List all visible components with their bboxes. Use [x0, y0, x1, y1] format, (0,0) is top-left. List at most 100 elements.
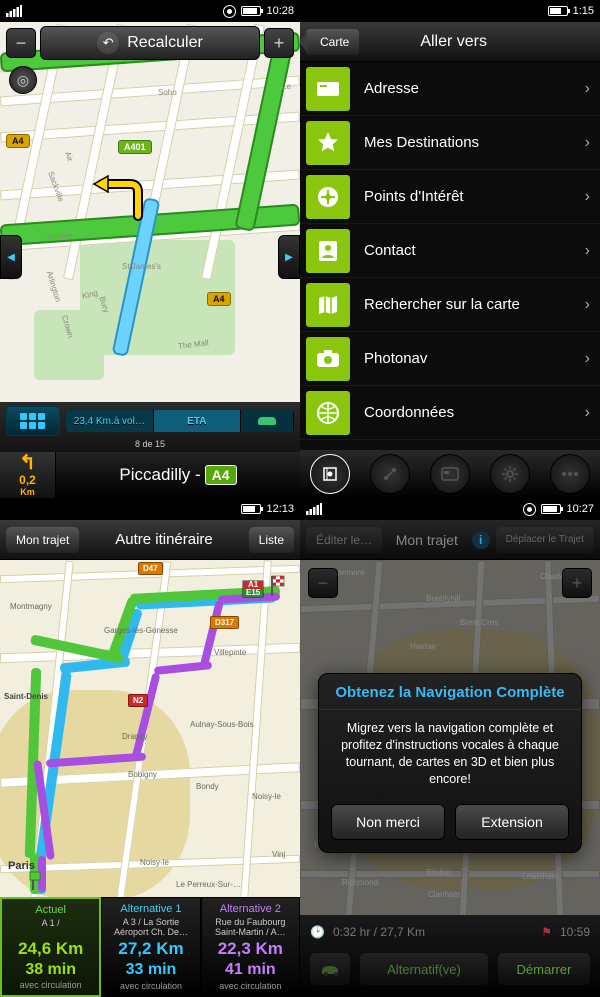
more-tab-button[interactable] — [550, 454, 590, 494]
back-button[interactable]: Carte — [306, 29, 359, 55]
vehicle-pill[interactable] — [241, 410, 294, 432]
signal-icon — [6, 5, 22, 17]
road-shield-a4-2: A4 — [207, 292, 231, 306]
destination-menu: Adresse › Mes Destinations › Points d'In… — [300, 62, 600, 450]
status-time: 1:15 — [573, 5, 594, 17]
menu-label: Photonav — [364, 350, 575, 367]
map-canvas[interactable]: D47 A1E15 D317 N2 Montmagny Garges-lès-G… — [0, 560, 300, 897]
bottom-toolbar — [300, 450, 600, 498]
route-alt2[interactable]: Alternative 2 Rue du Faubourg Saint-Mart… — [201, 897, 300, 997]
battery-icon — [241, 504, 261, 514]
record-icon — [523, 503, 536, 516]
eta-pill[interactable]: ETA — [154, 410, 242, 432]
menu-label: Points d'Intérêt — [364, 188, 575, 205]
end-pin-icon — [268, 574, 290, 598]
start-button[interactable]: Démarrer — [498, 953, 590, 985]
my-trip-button[interactable]: Mon trajet — [6, 527, 79, 553]
page-title: Aller vers — [367, 33, 540, 51]
screen-alt-routes: 12:13 Mon trajet Autre itinéraire Liste — [0, 498, 300, 997]
step-counter: 8 de 15 — [0, 438, 300, 452]
bottom-panel: 🕑 0:32 hr / 27,7 Km ⚑ 10:59 Alternatif(v… — [300, 915, 600, 997]
vehicle-button[interactable] — [310, 953, 350, 985]
card-tab-button[interactable] — [430, 454, 470, 494]
menu-label: Rechercher sur la carte — [364, 296, 575, 313]
status-bar: 12:13 — [0, 498, 300, 520]
camera-icon — [306, 337, 350, 381]
menu-item-contact[interactable]: Contact › — [300, 224, 600, 278]
road-shield-n2: N2 — [128, 694, 148, 707]
menu-item-photonav[interactable]: Photonav › — [300, 332, 600, 386]
status-time: 10:27 — [566, 503, 594, 515]
header: Éditer le… Mon trajet i Déplacer le Traj… — [300, 520, 600, 560]
map-label: Le — [282, 82, 291, 91]
zoom-in-button[interactable]: + — [264, 28, 294, 58]
status-time: 10:28 — [266, 5, 294, 17]
menu-label: Coordonnées — [364, 404, 575, 421]
chevron-right-icon: › — [585, 296, 590, 314]
compass-button[interactable]: ◎ — [9, 66, 37, 94]
upgrade-dialog: Obtenez la Navigation Complète Migrez ve… — [318, 673, 582, 853]
poi-icon — [306, 175, 350, 219]
waypoint-tab-button[interactable] — [370, 454, 410, 494]
goto-tab-button[interactable] — [310, 454, 350, 494]
contact-icon — [306, 229, 350, 273]
road-shield-d317: D317 — [210, 616, 239, 629]
settings-tab-button[interactable] — [490, 454, 530, 494]
menu-grid-button[interactable] — [6, 406, 60, 436]
distance-pill[interactable]: 23,4 Km.à vol… — [66, 410, 154, 432]
flag-icon: ⚑ — [541, 925, 552, 939]
menu-label: Mes Destinations — [364, 134, 575, 151]
menu-item-coordinates[interactable]: Coordonnées › — [300, 386, 600, 440]
info-pillbox[interactable]: 23,4 Km.à vol… ETA — [66, 410, 294, 432]
recalculate-button[interactable]: ↶ Recalculer — [40, 26, 260, 60]
edit-button[interactable]: Éditer le… — [306, 527, 382, 553]
dialog-body: Migrez vers la navigation complète et pr… — [319, 710, 581, 798]
map-label: Soho — [158, 88, 177, 97]
menu-item-search-map[interactable]: Rechercher sur la carte › — [300, 278, 600, 332]
alt-route-button[interactable]: Alternatif(ve) — [360, 953, 488, 985]
next-step-button[interactable]: ▶ — [278, 235, 300, 279]
turn-indicator[interactable]: ↰ 0,2 Km — [0, 452, 56, 498]
route-alt1[interactable]: Alternative 1 A 3 / La Sortie Aéroport C… — [101, 897, 200, 997]
menu-label: Contact — [364, 242, 575, 259]
clock-icon: 🕑 — [310, 925, 325, 939]
screen-upgrade-dialog: 10:27 Éditer le… Mon trajet i Déplacer l… — [300, 498, 600, 997]
zoom-in-button[interactable]: + — [562, 568, 592, 598]
chevron-right-icon: › — [585, 242, 590, 260]
car-icon — [258, 417, 276, 425]
map-label: Air — [63, 150, 75, 162]
menu-item-poi[interactable]: Points d'Intérêt › — [300, 170, 600, 224]
battery-icon — [241, 6, 261, 16]
signal-icon — [306, 503, 322, 515]
road-shield-d47: D47 — [138, 562, 163, 575]
status-time: 12:13 — [266, 503, 294, 515]
battery-icon — [548, 6, 568, 16]
road-shield-a401: A401 — [118, 140, 152, 154]
dialog-no-button[interactable]: Non merci — [331, 804, 445, 840]
header: Mon trajet Autre itinéraire Liste — [0, 520, 300, 560]
page-title: Autre itinéraire — [85, 531, 242, 548]
turn-arrow-icon: ↰ — [19, 453, 36, 473]
status-bar: 10:27 — [300, 498, 600, 520]
info-icon[interactable]: i — [472, 531, 490, 549]
zoom-out-button[interactable]: − — [308, 568, 338, 598]
screen-navigation-map: 10:28 — [0, 0, 300, 498]
prev-step-button[interactable]: ◀ — [0, 235, 22, 279]
chevron-right-icon: › — [585, 350, 590, 368]
list-button[interactable]: Liste — [249, 527, 294, 553]
route-alternatives: Actuel A 1 / 24,6 Km 38 min avec circula… — [0, 897, 300, 997]
menu-item-my-destinations[interactable]: Mes Destinations › — [300, 116, 600, 170]
map-icon — [306, 283, 350, 327]
menu-item-address[interactable]: Adresse › — [300, 62, 600, 116]
eta-time: 10:59 — [560, 925, 590, 939]
globe-icon — [306, 391, 350, 435]
record-icon — [223, 5, 236, 18]
dialog-yes-button[interactable]: Extension — [455, 804, 569, 840]
move-trip-button[interactable]: Déplacer le Trajet — [496, 527, 594, 553]
zoom-out-button[interactable]: − — [6, 28, 36, 58]
map-label: St James's — [122, 262, 161, 271]
turn-distance: 0,2 — [19, 473, 36, 487]
route-actuel[interactable]: Actuel A 1 / 24,6 Km 38 min avec circula… — [0, 897, 101, 997]
time-distance: 0:32 hr / 27,7 Km — [333, 925, 425, 939]
chevron-right-icon: › — [585, 404, 590, 422]
